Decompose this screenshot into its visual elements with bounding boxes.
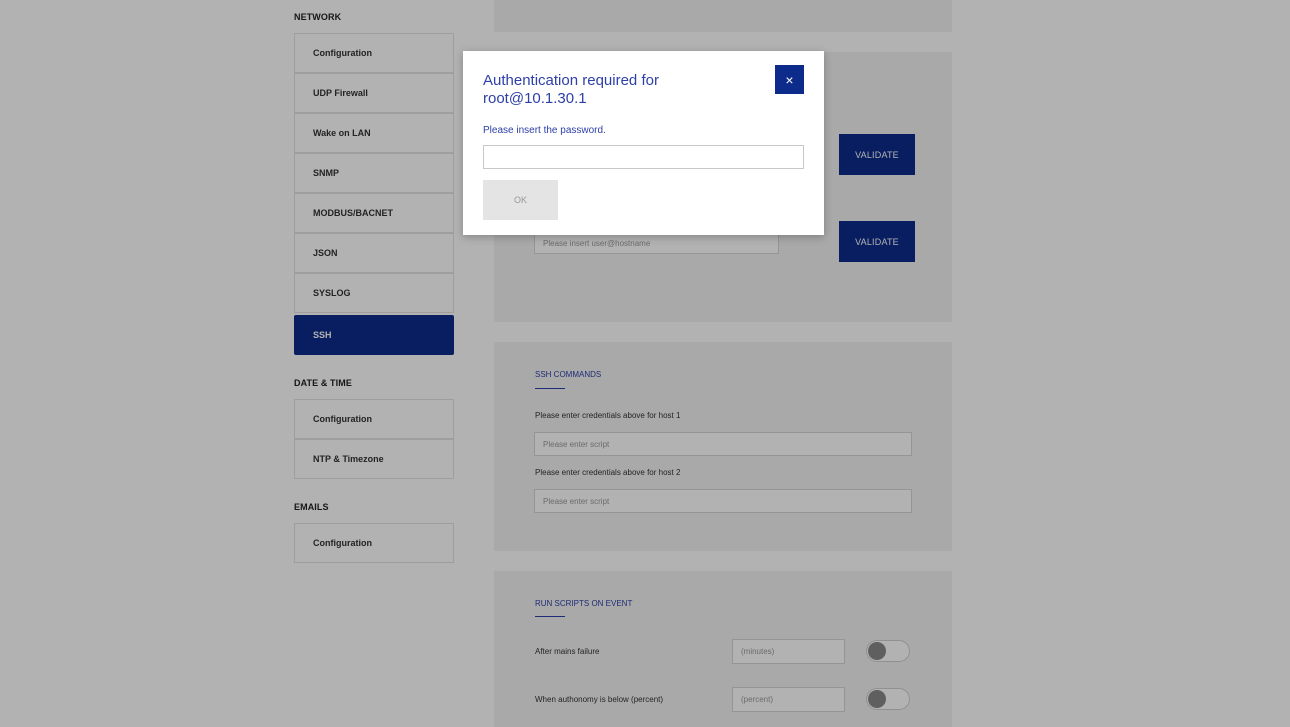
ok-button[interactable]: OK xyxy=(483,180,558,220)
auth-dialog-message: Please insert the password. xyxy=(483,125,606,136)
password-input[interactable] xyxy=(483,145,804,169)
auth-dialog-title: Authentication required for root@10.1.30… xyxy=(483,72,659,107)
close-icon[interactable]: × xyxy=(775,65,804,94)
auth-dialog: Authentication required for root@10.1.30… xyxy=(463,51,824,235)
